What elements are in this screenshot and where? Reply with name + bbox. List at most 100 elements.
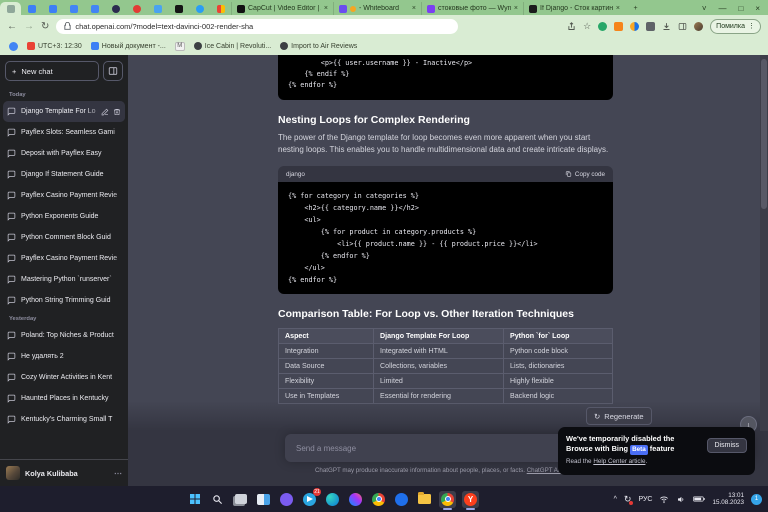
- wifi-icon[interactable]: [659, 495, 669, 504]
- sidebar-chat-item[interactable]: Poland: Top Niches & Product: [0, 325, 128, 346]
- pinned-tab[interactable]: [210, 2, 231, 15]
- pinned-tab[interactable]: [189, 2, 210, 15]
- address-bar[interactable]: chat.openai.com/?model=text-davinci-002-…: [56, 19, 458, 34]
- close-button[interactable]: ×: [755, 4, 760, 13]
- chrome-icon: [372, 493, 385, 506]
- sidebar-chat-item[interactable]: Cozy Winter Activities in Kent: [0, 367, 128, 388]
- pinned-tab[interactable]: [126, 2, 147, 15]
- sidebar-chat-item[interactable]: Haunted Places in Kentucky: [0, 388, 128, 409]
- taskbar-app-chrome-active[interactable]: [439, 491, 456, 508]
- pinned-tab[interactable]: [84, 2, 105, 15]
- profile-avatar[interactable]: [694, 22, 703, 31]
- tab-if-django[interactable]: If Django - Сток картинки ×: [523, 2, 625, 15]
- new-tab-button[interactable]: +: [625, 2, 646, 15]
- extension-metamask-icon[interactable]: [614, 22, 623, 31]
- trash-icon[interactable]: [113, 108, 121, 116]
- pinned-tab[interactable]: [63, 2, 84, 15]
- tab-close-icon[interactable]: ×: [514, 5, 518, 12]
- forward-icon[interactable]: →: [24, 21, 34, 32]
- pinned-tab[interactable]: [168, 2, 189, 15]
- sidebar-chat-item[interactable]: Django If Statement Guide: [0, 164, 128, 185]
- pinned-tab[interactable]: [42, 2, 63, 15]
- code-line: {% endif %}: [288, 69, 603, 80]
- sidebar-chat-item[interactable]: Mastering Python `runserver`: [0, 269, 128, 290]
- extensions-puzzle-icon[interactable]: [646, 22, 655, 31]
- user-menu-icon[interactable]: ⋯: [114, 469, 122, 478]
- bookmark-document[interactable]: Новый документ -...: [91, 42, 166, 50]
- bookmark-air-reviews[interactable]: Import to Air Reviews: [280, 42, 357, 50]
- taskbar-app-messenger[interactable]: [347, 491, 364, 508]
- bookmark-star-icon[interactable]: ☆: [583, 21, 591, 32]
- notification-center-badge[interactable]: 1: [751, 494, 762, 505]
- sidebar-user-row[interactable]: Kolya Kulibaba ⋯: [0, 459, 128, 486]
- sidebar-chat-item[interactable]: Payflex Casino Payment Revie: [0, 248, 128, 269]
- volume-icon[interactable]: [676, 495, 686, 504]
- help-center-link[interactable]: Help Center article: [593, 458, 645, 465]
- scrollbar-track[interactable]: [760, 55, 768, 431]
- capcut-favicon: [237, 5, 245, 13]
- task-view-icon: [235, 494, 247, 504]
- file-explorer-button[interactable]: [416, 491, 433, 508]
- edit-pencil-icon[interactable]: [101, 108, 109, 116]
- bookmark-ice-cabin[interactable]: Ice Cabin | Revoluti...: [194, 42, 271, 50]
- table-cell: Python code block: [504, 344, 613, 359]
- collapse-sidebar-button[interactable]: [103, 61, 123, 81]
- start-button[interactable]: [186, 491, 203, 508]
- profile-chip[interactable]: Помилка ⋮: [710, 19, 761, 34]
- taskbar-app-snip[interactable]: [255, 491, 272, 508]
- back-icon[interactable]: ←: [7, 21, 17, 32]
- sidebar-chat-item[interactable]: Python Comment Block Guid: [0, 227, 128, 248]
- sidebar-chat-item-active[interactable]: Django Template For Lo: [3, 101, 125, 122]
- extension-wallet-icon[interactable]: [630, 22, 639, 31]
- minimize-button[interactable]: —: [718, 4, 726, 13]
- tab-close-icon[interactable]: ×: [412, 5, 416, 12]
- battery-icon[interactable]: [693, 495, 705, 503]
- bookmark-app-icon[interactable]: [9, 42, 18, 51]
- bookmark-m[interactable]: M: [175, 42, 185, 51]
- scrollbar-thumb[interactable]: [761, 59, 767, 209]
- taskbar-app-blue[interactable]: [393, 491, 410, 508]
- pinned-tab-active[interactable]: [0, 2, 21, 15]
- language-indicator[interactable]: РУС: [638, 496, 652, 503]
- regenerate-button[interactable]: ↻ Regenerate: [586, 407, 652, 425]
- task-view-button[interactable]: [232, 491, 249, 508]
- sync-update-icon[interactable]: ↻: [624, 494, 632, 505]
- tab-close-icon[interactable]: ×: [324, 5, 328, 12]
- sidebar-chat-item[interactable]: Deposit with Payflex Easy: [0, 143, 128, 164]
- share-icon[interactable]: [567, 22, 576, 31]
- taskbar-app-chat[interactable]: [278, 491, 295, 508]
- taskbar-app-edge[interactable]: [324, 491, 341, 508]
- dismiss-button[interactable]: Dismiss: [707, 438, 748, 453]
- taskbar-app-telegram[interactable]: 21: [301, 491, 318, 508]
- tab-close-icon[interactable]: ×: [616, 5, 620, 12]
- sidebar-chat-item[interactable]: Не удалять 2: [0, 346, 128, 367]
- new-chat-button[interactable]: + New chat: [5, 61, 99, 81]
- sidebar-chat-item[interactable]: Kentucky's Charming Small T: [0, 409, 128, 430]
- side-panel-icon[interactable]: [678, 22, 687, 31]
- maximize-button[interactable]: □: [738, 4, 743, 13]
- pinned-tab[interactable]: [105, 2, 126, 15]
- chat-bubble-icon: [7, 128, 16, 137]
- sidebar-chat-item[interactable]: Python Exponents Guide: [0, 206, 128, 227]
- sidebar-chat-item[interactable]: Python String Trimming Guid: [0, 290, 128, 311]
- reload-icon[interactable]: ↻: [41, 21, 49, 32]
- taskbar-clock[interactable]: 13:01 15.08.2023: [712, 492, 744, 507]
- extension-color-picker-icon[interactable]: [598, 22, 607, 31]
- pinned-tab[interactable]: [147, 2, 168, 15]
- sidebar-chat-item[interactable]: Payflex Slots: Seamless Gami: [0, 122, 128, 143]
- tab-whiteboard[interactable]: - Whiteboard ×: [333, 2, 421, 15]
- sidebar-chat-item[interactable]: Payflex Casino Payment Revie: [0, 185, 128, 206]
- tab-stock-photos[interactable]: стоковые фото — Wyniki ×: [421, 2, 523, 15]
- more-vertical-icon[interactable]: ⋮: [748, 22, 755, 30]
- taskbar-search-button[interactable]: [209, 491, 226, 508]
- copy-code-button[interactable]: Copy code: [565, 170, 605, 178]
- pinned-tab[interactable]: [21, 2, 42, 15]
- tab-search-icon[interactable]: ˅: [702, 4, 707, 13]
- tray-expand-icon[interactable]: ^: [614, 496, 617, 503]
- bookmark-clock[interactable]: UTC+3: 12:30: [27, 42, 82, 50]
- downloads-icon[interactable]: [662, 22, 671, 31]
- sidebar: + New chat Today Django Template For Lo …: [0, 55, 128, 486]
- taskbar-app-chrome[interactable]: [370, 491, 387, 508]
- tab-capcut[interactable]: CapCut | Video Editor | All- ×: [231, 2, 333, 15]
- taskbar-app-yandex[interactable]: Y: [462, 491, 479, 508]
